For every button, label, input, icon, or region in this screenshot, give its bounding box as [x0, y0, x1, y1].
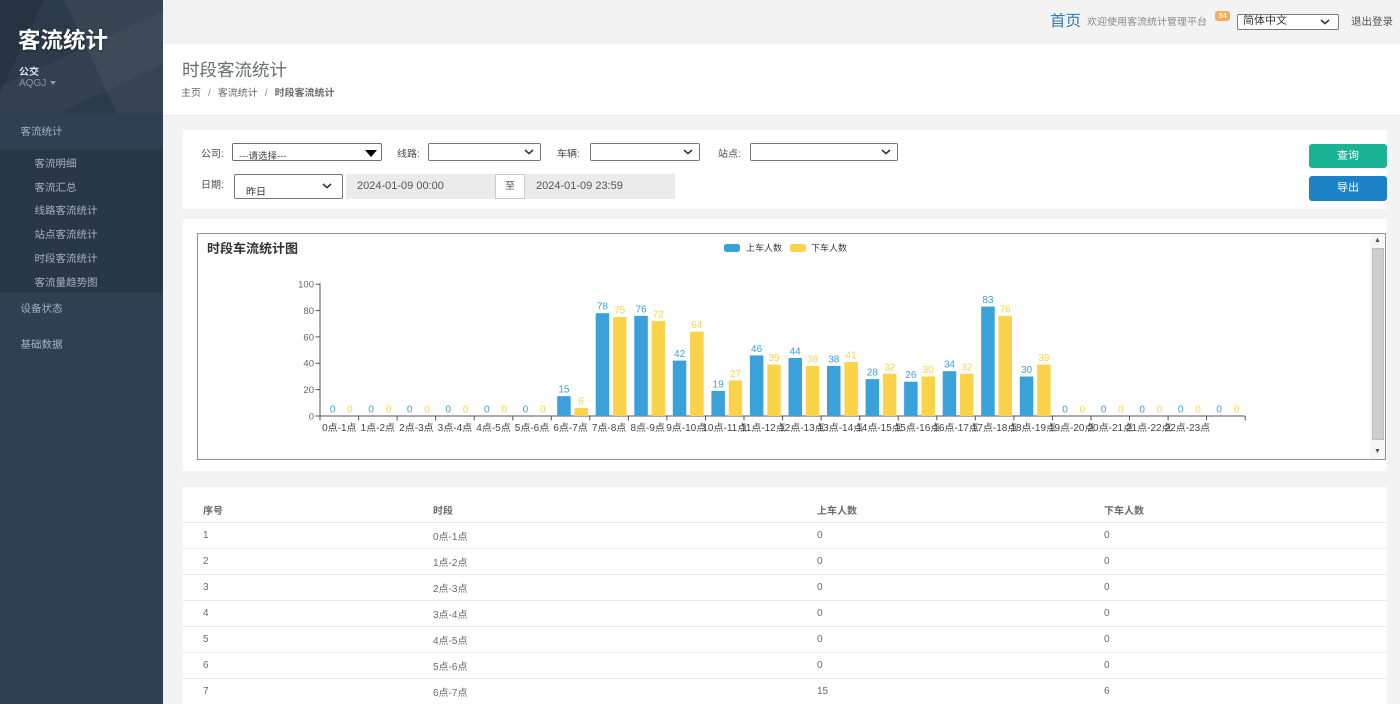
svg-text:78: 78 — [597, 302, 609, 313]
svg-text:0: 0 — [330, 405, 336, 416]
svg-text:2点-3点: 2点-3点 — [399, 422, 433, 434]
svg-text:42: 42 — [674, 349, 686, 360]
svg-text:39: 39 — [1038, 353, 1050, 364]
svg-text:0: 0 — [1080, 405, 1086, 416]
svg-text:64: 64 — [691, 320, 703, 331]
svg-text:83: 83 — [982, 295, 994, 306]
svg-text:0: 0 — [1178, 405, 1184, 416]
svg-text:27: 27 — [730, 369, 742, 380]
svg-text:8点-9点: 8点-9点 — [630, 422, 664, 434]
svg-text:0: 0 — [368, 405, 374, 416]
svg-text:32: 32 — [884, 362, 896, 373]
svg-text:3点-4点: 3点-4点 — [438, 422, 472, 434]
svg-text:0: 0 — [347, 405, 353, 416]
svg-text:60: 60 — [303, 332, 314, 343]
svg-text:34: 34 — [944, 360, 956, 371]
svg-text:4点-5点: 4点-5点 — [476, 422, 510, 434]
svg-text:0: 0 — [523, 405, 529, 416]
svg-text:30: 30 — [923, 365, 935, 376]
svg-text:0点-1点: 0点-1点 — [322, 422, 356, 434]
svg-text:0: 0 — [501, 405, 507, 416]
svg-text:0: 0 — [445, 405, 451, 416]
svg-text:1点-2点: 1点-2点 — [361, 422, 395, 434]
svg-text:26: 26 — [905, 370, 917, 381]
svg-text:0: 0 — [407, 405, 413, 416]
svg-text:0: 0 — [1118, 405, 1124, 416]
svg-text:0: 0 — [1101, 405, 1107, 416]
svg-text:32: 32 — [961, 362, 973, 373]
svg-text:30: 30 — [1021, 365, 1033, 376]
svg-text:0: 0 — [1139, 405, 1145, 416]
svg-text:6: 6 — [578, 397, 584, 408]
svg-text:19: 19 — [713, 380, 725, 391]
svg-text:76: 76 — [1000, 304, 1012, 315]
svg-text:39: 39 — [768, 353, 780, 364]
svg-text:0: 0 — [309, 411, 314, 422]
svg-text:40: 40 — [303, 359, 314, 370]
svg-text:28: 28 — [867, 368, 879, 379]
svg-text:46: 46 — [751, 344, 763, 355]
svg-text:15: 15 — [558, 385, 570, 396]
svg-text:22点-23点: 22点-23点 — [1165, 422, 1211, 434]
svg-text:0: 0 — [386, 405, 392, 416]
svg-text:7点-8点: 7点-8点 — [592, 422, 626, 434]
svg-text:44: 44 — [790, 347, 802, 358]
svg-text:100: 100 — [298, 280, 314, 291]
svg-text:38: 38 — [807, 354, 819, 365]
svg-text:5点-6点: 5点-6点 — [515, 422, 549, 434]
svg-text:0: 0 — [1195, 405, 1201, 416]
svg-text:41: 41 — [845, 351, 857, 362]
svg-text:6点-7点: 6点-7点 — [553, 422, 587, 434]
svg-text:76: 76 — [635, 304, 647, 315]
svg-text:0: 0 — [1234, 405, 1240, 416]
svg-text:0: 0 — [484, 405, 490, 416]
svg-text:75: 75 — [614, 306, 626, 317]
svg-text:0: 0 — [424, 405, 430, 416]
svg-text:72: 72 — [653, 310, 665, 321]
svg-text:80: 80 — [303, 306, 314, 317]
svg-text:0: 0 — [463, 405, 469, 416]
svg-text:9点-10点: 9点-10点 — [666, 422, 706, 434]
svg-text:38: 38 — [828, 354, 840, 365]
svg-text:0: 0 — [1157, 405, 1163, 416]
svg-text:0: 0 — [540, 405, 546, 416]
svg-text:0: 0 — [1062, 405, 1068, 416]
svg-text:20: 20 — [303, 385, 314, 396]
svg-text:0: 0 — [1216, 405, 1222, 416]
